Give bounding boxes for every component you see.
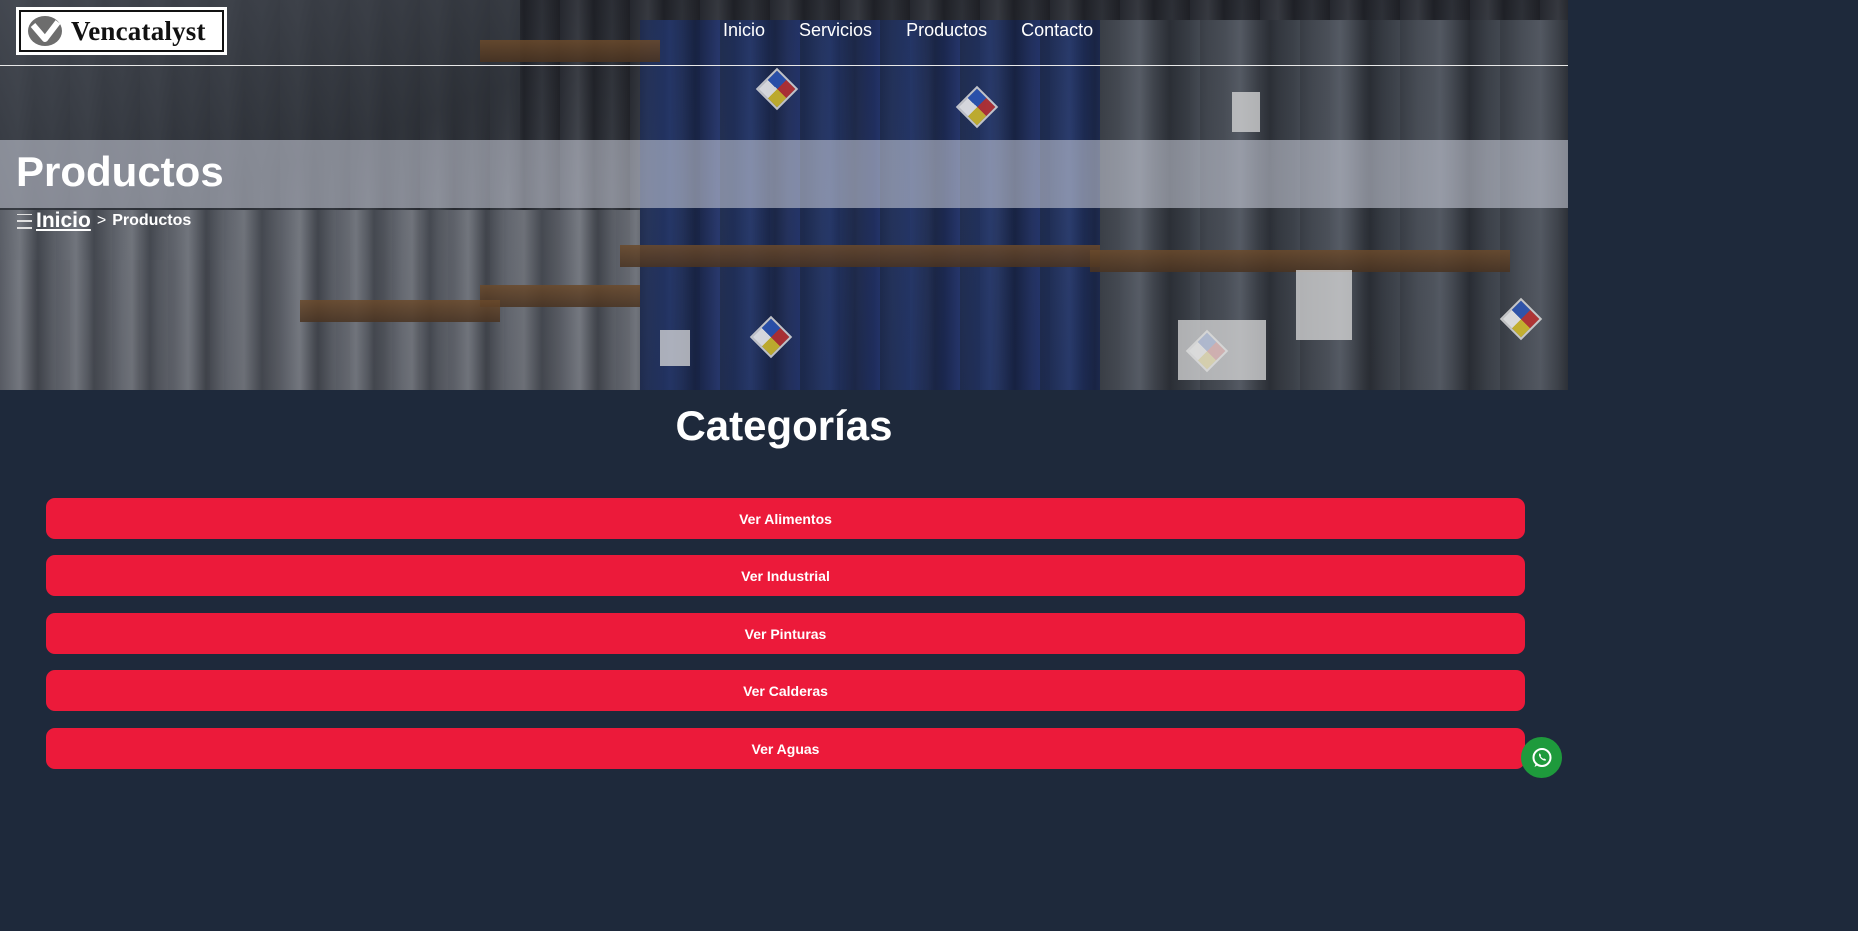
menu-icon <box>17 213 32 229</box>
brand-logo[interactable]: Vencatalyst <box>16 7 227 55</box>
category-button-calderas[interactable]: Ver Calderas <box>46 670 1525 711</box>
category-button-aguas[interactable]: Ver Aguas <box>46 728 1525 769</box>
breadcrumb: Inicio > Productos <box>17 209 191 233</box>
title-band <box>0 140 1568 208</box>
nav-link-inicio[interactable]: Inicio <box>706 20 782 41</box>
logo-text: Vencatalyst <box>71 15 206 46</box>
page-title: Productos <box>16 148 224 195</box>
main-nav: Inicio Servicios Productos Contacto <box>706 20 1110 41</box>
logo-check-icon <box>25 13 65 49</box>
whatsapp-button[interactable] <box>1521 737 1562 778</box>
breadcrumb-separator: > <box>96 212 107 229</box>
nav-link-productos[interactable]: Productos <box>889 20 1004 41</box>
breadcrumb-current: Productos <box>112 212 192 229</box>
category-button-pinturas[interactable]: Ver Pinturas <box>46 613 1525 654</box>
breadcrumb-home-link[interactable]: Inicio <box>36 209 91 233</box>
whatsapp-icon <box>1532 747 1551 767</box>
categories-title: Categorías <box>675 402 893 449</box>
category-button-industrial[interactable]: Ver Industrial <box>46 555 1525 596</box>
nav-link-servicios[interactable]: Servicios <box>782 20 889 41</box>
nav-link-contacto[interactable]: Contacto <box>1004 20 1110 41</box>
top-navbar: Vencatalyst Inicio Servicios Productos C… <box>0 0 1568 66</box>
category-button-alimentos[interactable]: Ver Alimentos <box>46 498 1525 539</box>
